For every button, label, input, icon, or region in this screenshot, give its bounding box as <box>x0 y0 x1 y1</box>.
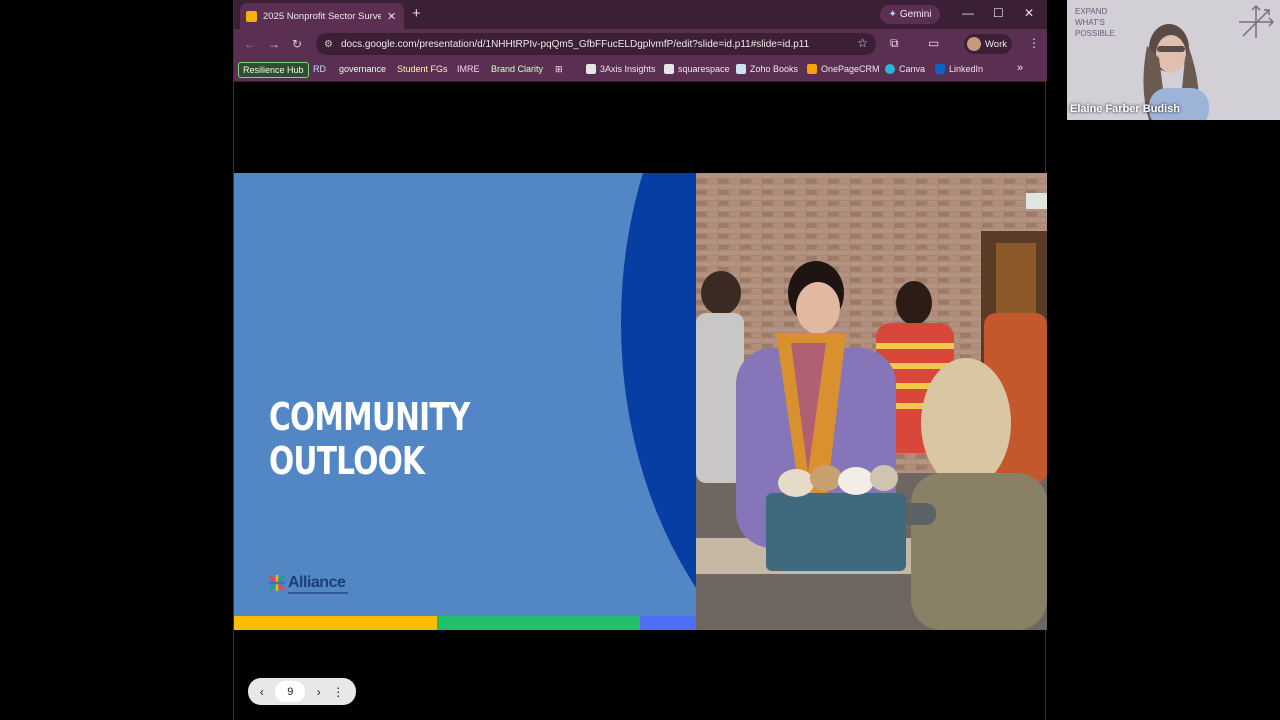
tab-strip: 2025 Nonprofit Sector Survey | ✕ + ✦ Gem… <box>234 0 1047 29</box>
slide-number-field[interactable]: 9 <box>275 681 306 702</box>
bookmark-squarespace[interactable]: squarespace <box>664 64 730 74</box>
slide-navigation: ‹ 9 › ⋮ <box>248 678 356 705</box>
bookmark-label: 3Axis Insights <box>600 64 656 74</box>
browser-toolbar: ← → ↻ ⚙ docs.google.com/presentation/d/1… <box>234 29 1047 59</box>
bookmark-student-fgs[interactable]: Student FGs <box>397 64 448 74</box>
canva-favicon-icon <box>885 64 895 74</box>
bookmark-linkedin[interactable]: LinkedIn <box>935 64 983 74</box>
slide-left-panel: COMMUNITY OUTLOOK Alliance <box>234 173 696 630</box>
bookmark-imre[interactable]: IMRE <box>457 64 480 74</box>
reload-button[interactable]: ↻ <box>292 37 302 51</box>
cast-icon[interactable]: ▭ <box>928 36 939 50</box>
decorative-arc <box>621 173 696 630</box>
maximize-button[interactable]: ☐ <box>993 6 1004 20</box>
photo-illustration <box>696 173 1047 630</box>
participant-name: Elaine Farber Budish <box>1070 103 1181 115</box>
slogan-line1: EXPAND <box>1075 7 1108 16</box>
bookmark-brand-clarity[interactable]: Brand Clarity <box>491 64 543 74</box>
profile-button[interactable]: Work <box>964 34 1012 54</box>
url-text[interactable]: docs.google.com/presentation/d/1NHHtRPIv… <box>341 39 811 50</box>
bookmark-zoho-books[interactable]: Zoho Books <box>736 64 798 74</box>
slide-title: COMMUNITY OUTLOOK <box>269 395 470 483</box>
bookmark-onepagecrm[interactable]: OnePageCRM <box>807 64 880 74</box>
slide-title-line2: OUTLOOK <box>269 439 425 483</box>
bookmark-label: Canva <box>899 64 926 74</box>
stripe-blue <box>640 616 696 630</box>
squarespace-favicon-icon <box>664 64 674 74</box>
zoho-favicon-icon <box>736 64 746 74</box>
bookmark-canva[interactable]: Canva <box>885 64 925 74</box>
profile-avatar <box>967 37 981 51</box>
site-info-icon[interactable]: ⚙ <box>324 39 333 50</box>
bookmark-label: squarespace <box>678 64 730 74</box>
address-bar[interactable]: ⚙ docs.google.com/presentation/d/1NHHtRP… <box>316 33 876 55</box>
new-tab-button[interactable]: + <box>412 5 421 22</box>
browser-window: 2025 Nonprofit Sector Survey | ✕ + ✦ Gem… <box>233 0 1047 720</box>
bookmark-3axis-insights[interactable]: 3Axis Insights <box>586 64 656 74</box>
alliance-logo: Alliance <box>268 574 348 594</box>
previous-slide-button[interactable]: ‹ <box>260 685 264 699</box>
gemini-label: Gemini <box>899 9 932 20</box>
gemini-sparkle-icon: ✦ <box>888 9 897 20</box>
back-button[interactable]: ← <box>244 37 256 51</box>
next-slide-button[interactable]: › <box>317 685 321 699</box>
browser-menu-icon[interactable]: ⋮ <box>1028 36 1040 50</box>
profile-label: Work <box>985 38 1007 50</box>
stripe-yellow <box>234 616 437 630</box>
slide-title-line1: COMMUNITY <box>269 395 470 439</box>
bookmarks-overflow-button[interactable]: » <box>1017 62 1023 74</box>
bookmark-rd[interactable]: RD <box>313 64 326 74</box>
onepagecrm-favicon-icon <box>807 64 817 74</box>
3axis-favicon-icon <box>586 64 596 74</box>
bookmarks-bar: Resilience Hub RD governance Student FGs… <box>234 59 1047 82</box>
alliance-mark-icon <box>268 574 286 592</box>
meeting-screen: 2025 Nonprofit Sector Survey | ✕ + ✦ Gem… <box>0 0 1280 720</box>
extensions-icon[interactable]: ⧉ <box>890 36 899 51</box>
logo-tagline-line <box>288 592 348 594</box>
gemini-button[interactable]: ✦ Gemini <box>880 5 940 24</box>
active-tab[interactable]: 2025 Nonprofit Sector Survey | ✕ <box>240 3 404 29</box>
tab-title: 2025 Nonprofit Sector Survey | <box>263 10 381 22</box>
stripe-green <box>437 616 640 630</box>
slogan-line2: WHAT'S <box>1075 18 1105 27</box>
bookmark-label: Zoho Books <box>750 64 799 74</box>
presentation-slide: COMMUNITY OUTLOOK Alliance <box>234 173 1047 630</box>
close-window-button[interactable]: ✕ <box>1024 6 1034 20</box>
participant-video-tile[interactable]: EXPAND WHAT'S POSSIBLE. Elaine Farber Bu… <box>1067 0 1280 120</box>
apps-grid-icon[interactable]: ⊞ <box>555 64 563 75</box>
slogan-line3: POSSIBLE. <box>1075 29 1117 38</box>
bookmark-label: OnePageCRM <box>821 64 880 74</box>
minimize-button[interactable]: — <box>962 6 974 20</box>
linkedin-favicon-icon <box>935 64 945 74</box>
bookmark-label: LinkedIn <box>949 64 984 74</box>
slide-more-options-icon[interactable]: ⋮ <box>332 685 344 699</box>
tab-close-icon[interactable]: ✕ <box>387 10 396 23</box>
food-pantry-photo <box>696 173 1047 630</box>
forward-button[interactable]: → <box>268 37 280 51</box>
background-slogan: EXPAND WHAT'S POSSIBLE. <box>1075 6 1117 39</box>
bookmark-governance[interactable]: governance <box>339 64 386 74</box>
bookmark-resilience-hub[interactable]: Resilience Hub <box>238 62 309 78</box>
bookmark-star-icon[interactable]: ☆ <box>857 36 868 50</box>
slides-favicon-icon <box>246 10 257 22</box>
logo-text: Alliance <box>288 574 346 591</box>
color-stripes <box>234 616 696 630</box>
